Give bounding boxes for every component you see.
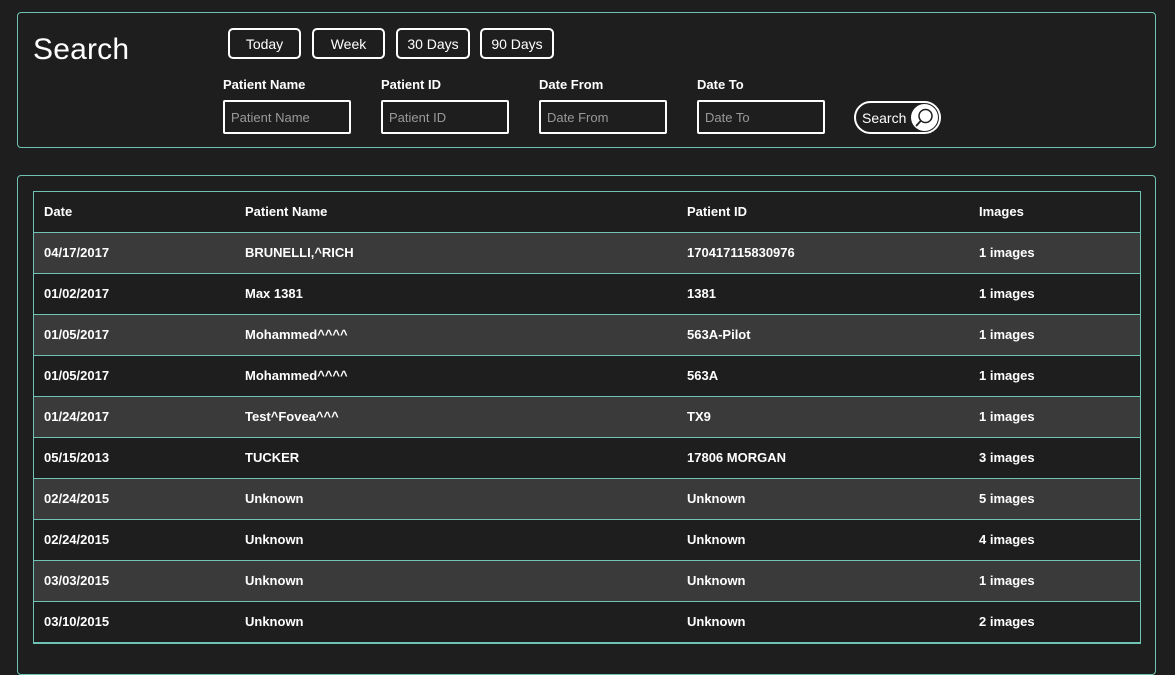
cell-date: 01/24/2017 <box>44 409 110 424</box>
column-header-patient-name[interactable]: Patient Name <box>245 192 327 232</box>
column-header-patient-id[interactable]: Patient ID <box>687 192 747 232</box>
table-row[interactable]: 01/05/2017 Mohammed^^^^ 563A 1 images <box>34 356 1140 397</box>
search-button-label: Search <box>862 109 907 126</box>
cell-patient-name: Unknown <box>245 491 304 506</box>
table-row[interactable]: 04/17/2017 BRUNELLI,^RICH 170417115830976 1… <box>34 233 1140 274</box>
cell-date: 05/15/2013 <box>44 450 110 465</box>
cell-patient-id: Unknown <box>687 491 746 506</box>
cell-images: 1 images <box>979 409 1035 424</box>
cell-patient-name: BRUNELLI,^RICH <box>245 245 354 260</box>
cell-patient-name: Unknown <box>245 573 304 588</box>
table-row[interactable]: 03/03/2015 Unknown Unknown 1 images <box>34 561 1140 602</box>
table-row[interactable]: 01/24/2017 Test^Fovea^^^ TX9 1 images <box>34 397 1140 438</box>
cell-images: 1 images <box>979 368 1035 383</box>
cell-date: 03/03/2015 <box>44 573 110 588</box>
search-button[interactable]: Search <box>854 101 941 134</box>
patient-id-label: Patient ID <box>381 77 441 92</box>
magnifier-icon <box>911 104 938 131</box>
date-to-input[interactable] <box>697 100 825 134</box>
30-days-button[interactable]: 30 Days <box>396 28 470 59</box>
column-header-date[interactable]: Date <box>44 192 72 232</box>
cell-patient-id: 563A-Pilot <box>687 327 751 342</box>
table-row[interactable]: 02/24/2015 Unknown Unknown 4 images <box>34 520 1140 561</box>
table-header: Date Patient Name Patient ID Images <box>34 192 1140 233</box>
column-header-images[interactable]: Images <box>979 192 1024 232</box>
table-body: 04/17/2017 BRUNELLI,^RICH 170417115830976 1… <box>34 233 1140 643</box>
cell-patient-id: Unknown <box>687 614 746 629</box>
cell-patient-name: Unknown <box>245 532 304 547</box>
cell-patient-name: Test^Fovea^^^ <box>245 409 339 424</box>
date-to-label: Date To <box>697 77 744 92</box>
cell-images: 4 images <box>979 532 1035 547</box>
cell-images: 1 images <box>979 573 1035 588</box>
table-row[interactable]: 05/15/2013 TUCKER 17806 MORGAN 3 images <box>34 438 1140 479</box>
cell-patient-name: Mohammed^^^^ <box>245 368 348 383</box>
cell-images: 2 images <box>979 614 1035 629</box>
results-table: Date Patient Name Patient ID Images 04/1… <box>33 191 1141 644</box>
cell-patient-id: Unknown <box>687 573 746 588</box>
results-panel: Date Patient Name Patient ID Images 04/1… <box>17 175 1156 675</box>
cell-patient-id: 170417115830976 <box>687 245 795 260</box>
cell-patient-id: TX9 <box>687 409 711 424</box>
cell-date: 01/05/2017 <box>44 368 110 383</box>
90-days-button[interactable]: 90 Days <box>480 28 554 59</box>
cell-patient-name: TUCKER <box>245 450 300 465</box>
cell-date: 03/10/2015 <box>44 614 110 629</box>
patient-name-input[interactable] <box>223 100 351 134</box>
week-button[interactable]: Week <box>312 28 385 59</box>
cell-date: 01/05/2017 <box>44 327 110 342</box>
patient-name-label: Patient Name <box>223 77 306 92</box>
cell-patient-id: 563A <box>687 368 719 383</box>
cell-images: 5 images <box>979 491 1035 506</box>
table-row[interactable]: 01/05/2017 Mohammed^^^^ 563A-Pilot 1 images <box>34 315 1140 356</box>
cell-patient-id: 17806 MORGAN <box>687 450 786 465</box>
cell-patient-name: Mohammed^^^^ <box>245 327 348 342</box>
cell-date: 01/02/2017 <box>44 286 110 301</box>
date-from-label: Date From <box>539 77 604 92</box>
cell-images: 1 images <box>979 327 1035 342</box>
today-button[interactable]: Today <box>228 28 301 59</box>
cell-images: 3 images <box>979 450 1035 465</box>
date-from-input[interactable] <box>539 100 667 134</box>
table-row[interactable]: 03/10/2015 Unknown Unknown 2 images <box>34 602 1140 643</box>
cell-date: 02/24/2015 <box>44 532 110 547</box>
cell-patient-id: Unknown <box>687 532 746 547</box>
patient-id-input[interactable] <box>381 100 509 134</box>
cell-images: 1 images <box>979 245 1035 260</box>
search-title: Search <box>33 33 130 66</box>
cell-patient-name: Max 1381 <box>245 286 303 301</box>
cell-date: 02/24/2015 <box>44 491 110 506</box>
cell-images: 1 images <box>979 286 1035 301</box>
search-panel: Search Today Week 30 Days 90 Days Patien… <box>17 12 1156 148</box>
table-row[interactable]: 01/02/2017 Max 1381 1381 1 images <box>34 274 1140 315</box>
table-row[interactable]: 02/24/2015 Unknown Unknown 5 images <box>34 479 1140 520</box>
cell-patient-id: 1381 <box>687 286 716 301</box>
cell-patient-name: Unknown <box>245 614 304 629</box>
cell-date: 04/17/2017 <box>44 245 110 260</box>
